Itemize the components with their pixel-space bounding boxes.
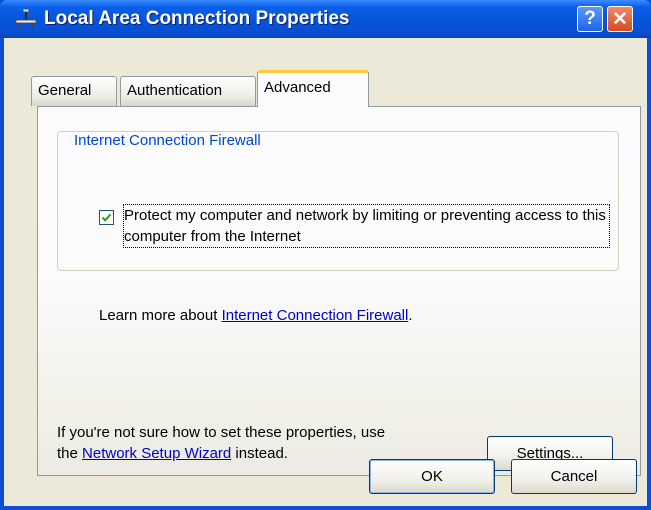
firewall-groupbox: Internet Connection Firewall Protect my … <box>57 131 619 324</box>
tab-authentication[interactable]: Authentication <box>120 76 256 106</box>
title-bar[interactable]: Local Area Connection Properties ? ✕ <box>0 0 651 38</box>
firewall-group-title: Internet Connection Firewall <box>71 132 264 149</box>
help-icon: ? <box>584 8 596 29</box>
tab-general[interactable]: General <box>31 76 117 106</box>
wizard-help-text: If you're not sure how to set these prop… <box>57 422 477 464</box>
checkmark-icon <box>101 213 112 222</box>
wizard-text-line1: If you're not sure how to set these prop… <box>57 424 386 441</box>
firewall-help-link[interactable]: Internet Connection Firewall <box>222 307 409 324</box>
advanced-tab-panel: Internet Connection Firewall Protect my … <box>37 106 641 476</box>
window-title: Local Area Connection Properties <box>44 8 350 29</box>
wizard-text-suffix: instead. <box>231 445 288 462</box>
network-connection-icon <box>15 9 37 27</box>
network-setup-wizard-link[interactable]: Network Setup Wizard <box>82 445 231 462</box>
firewall-checkbox-label[interactable]: Protect my computer and network by limit… <box>123 204 610 248</box>
wizard-text-prefix: the <box>57 445 83 462</box>
tab-advanced[interactable]: Advanced <box>257 70 369 107</box>
learn-more-text: Learn more about Internet Connection Fir… <box>99 307 413 324</box>
properties-window: Local Area Connection Properties ? ✕ Gen… <box>0 0 651 510</box>
close-button[interactable]: ✕ <box>607 6 633 32</box>
learn-more-prefix: Learn more about <box>99 307 222 324</box>
learn-more-suffix: . <box>408 307 413 324</box>
ok-button[interactable]: OK <box>369 459 495 494</box>
close-icon: ✕ <box>612 8 628 30</box>
firewall-checkbox[interactable] <box>99 210 114 225</box>
dialog-client-area: General Authentication Advanced Internet… <box>4 38 647 506</box>
help-button[interactable]: ? <box>577 6 603 32</box>
cancel-button[interactable]: Cancel <box>511 459 637 494</box>
